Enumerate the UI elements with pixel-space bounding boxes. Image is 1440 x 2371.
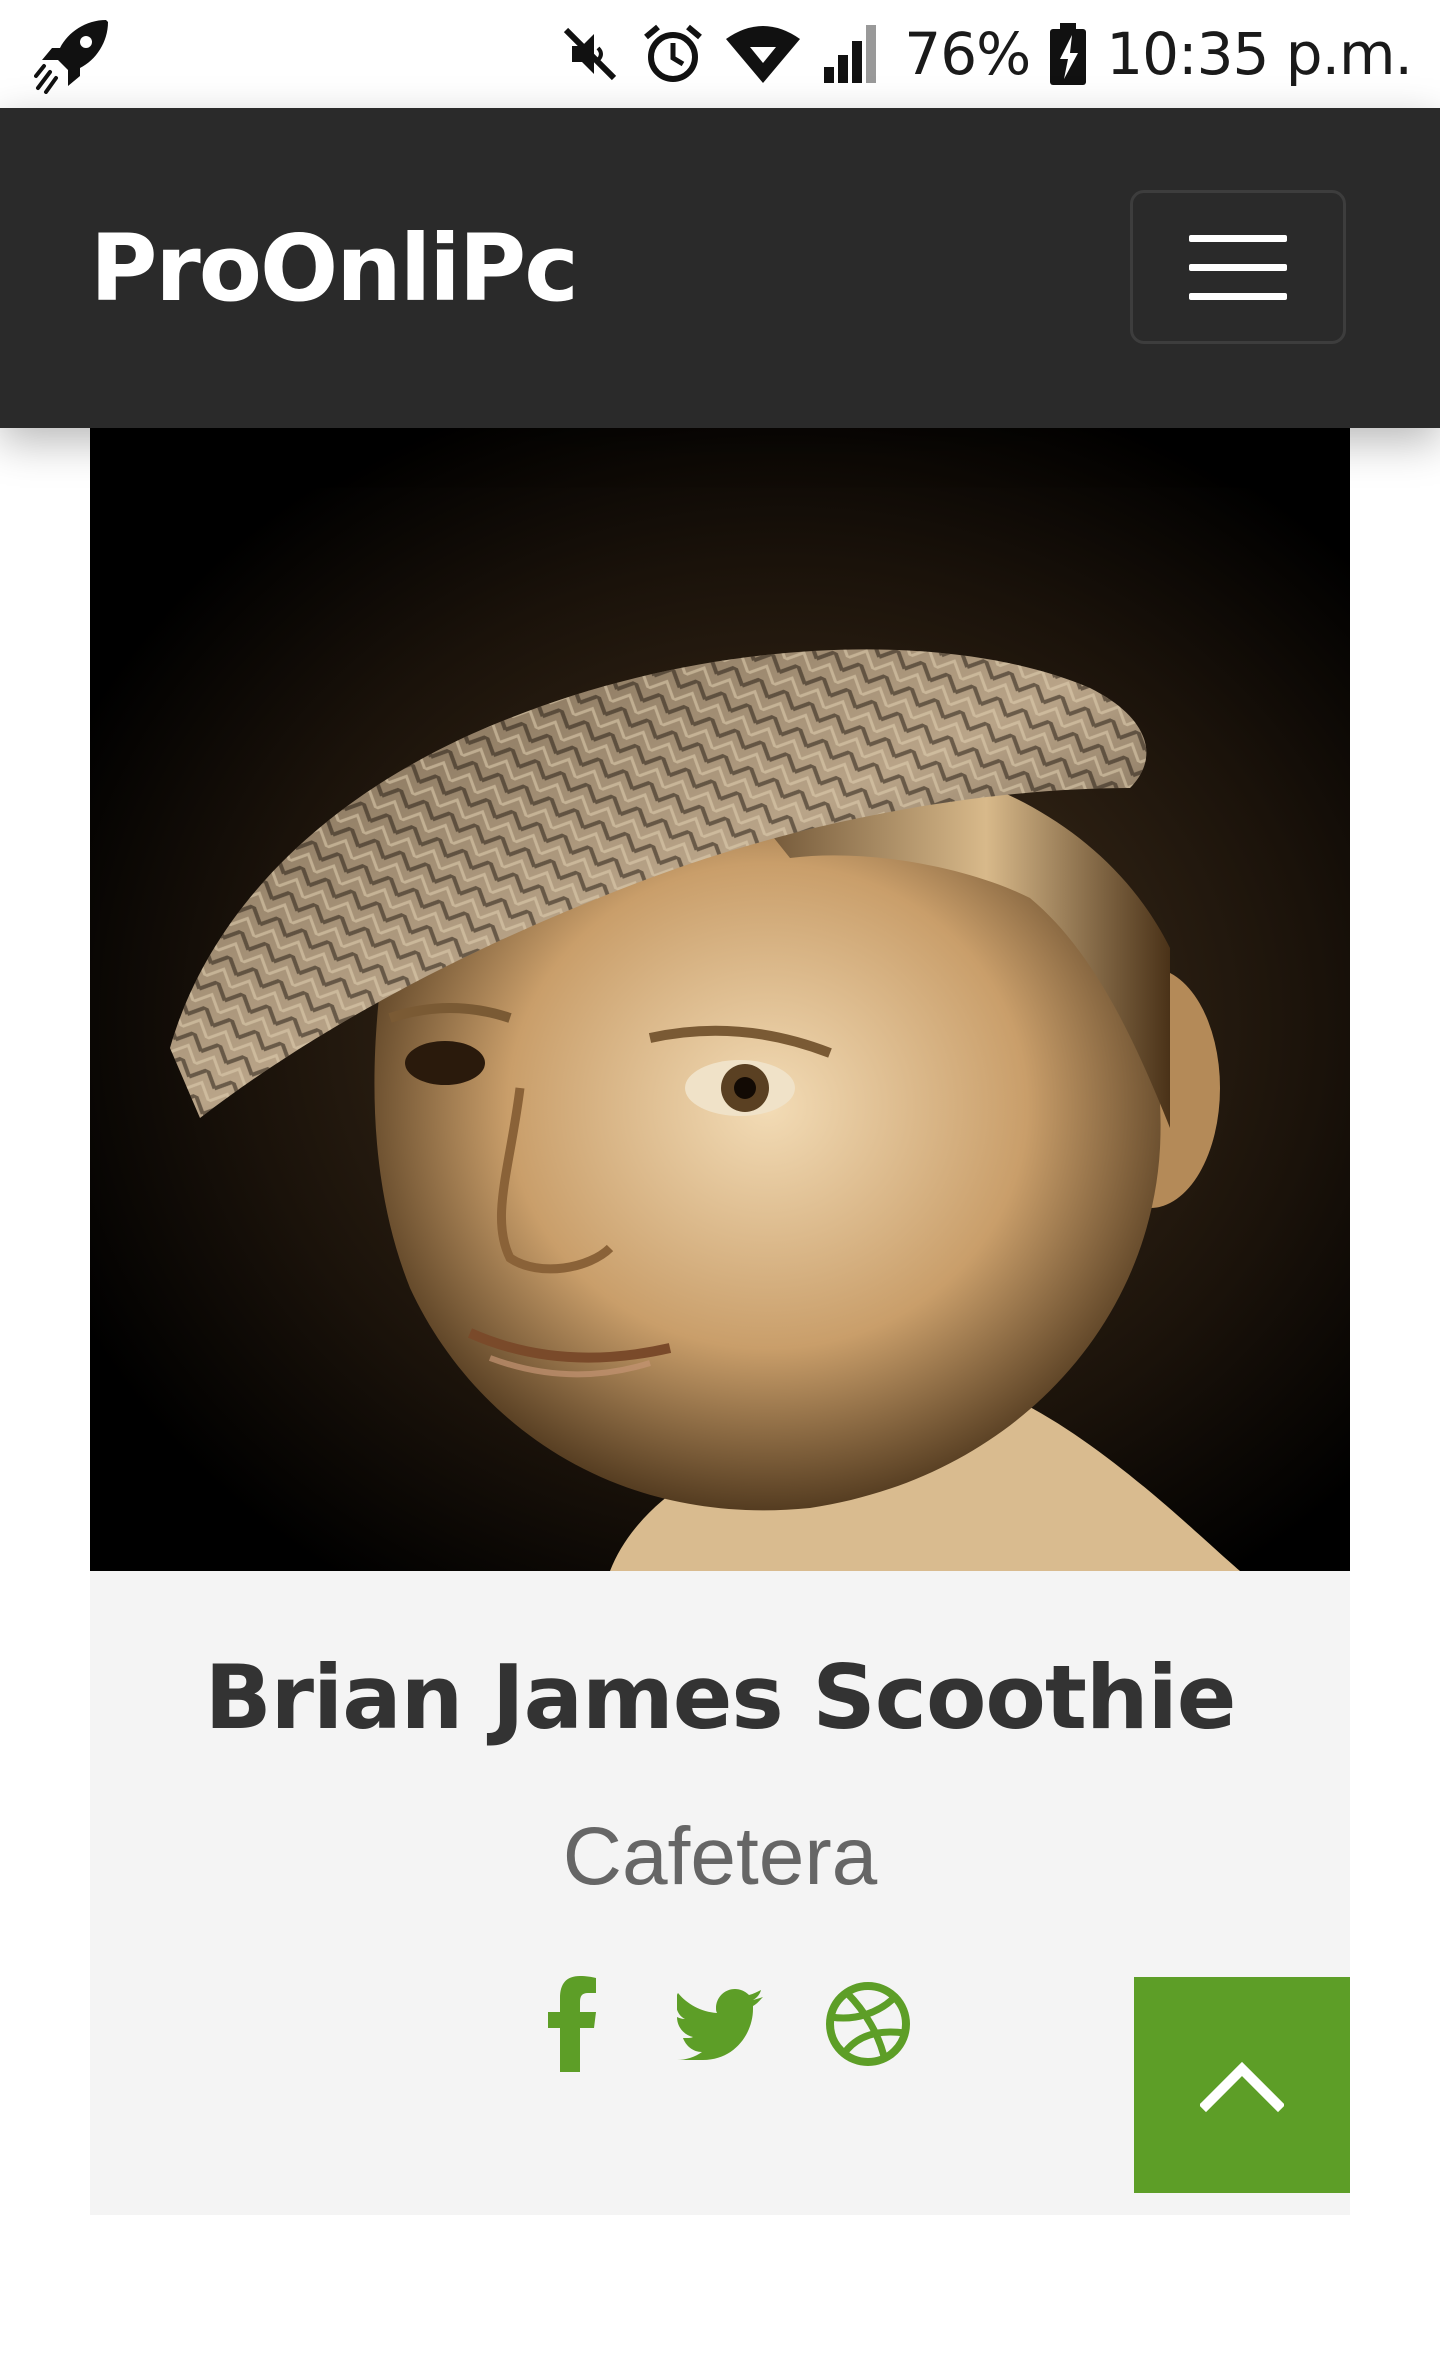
facebook-icon[interactable] [527,1974,617,2074]
member-name: Brian James Scoothie [204,1646,1237,1749]
brand-logo[interactable]: ProOnliPc [90,108,579,428]
menu-bar-line [1189,234,1287,242]
dribbble-icon[interactable] [823,1974,913,2074]
rocket-icon [34,14,114,94]
menu-bar-line [1189,292,1287,300]
top-navbar: ProOnliPc [0,108,1440,428]
portrait-photo [90,428,1350,1571]
battery-charging-icon [1050,23,1087,85]
team-member-card: Brian James Scoothie Cafetera [90,428,1350,2215]
twitter-icon[interactable] [675,1974,765,2074]
wifi-icon [726,26,801,83]
member-role: Cafetera [562,1811,878,1902]
signal-icon [824,25,877,83]
status-bar: 76% 10:35 p.m. [0,0,1440,108]
mute-icon [564,27,617,81]
clock-time: 10:35 p.m. [1106,20,1413,88]
battery-percent: 76% [904,20,1031,88]
alarm-icon [644,24,703,82]
scroll-to-top-button[interactable] [1134,1977,1350,2193]
menu-bar-line [1189,263,1287,271]
chevron-up-icon [1200,2061,1284,2113]
hamburger-menu-button[interactable] [1130,190,1346,344]
